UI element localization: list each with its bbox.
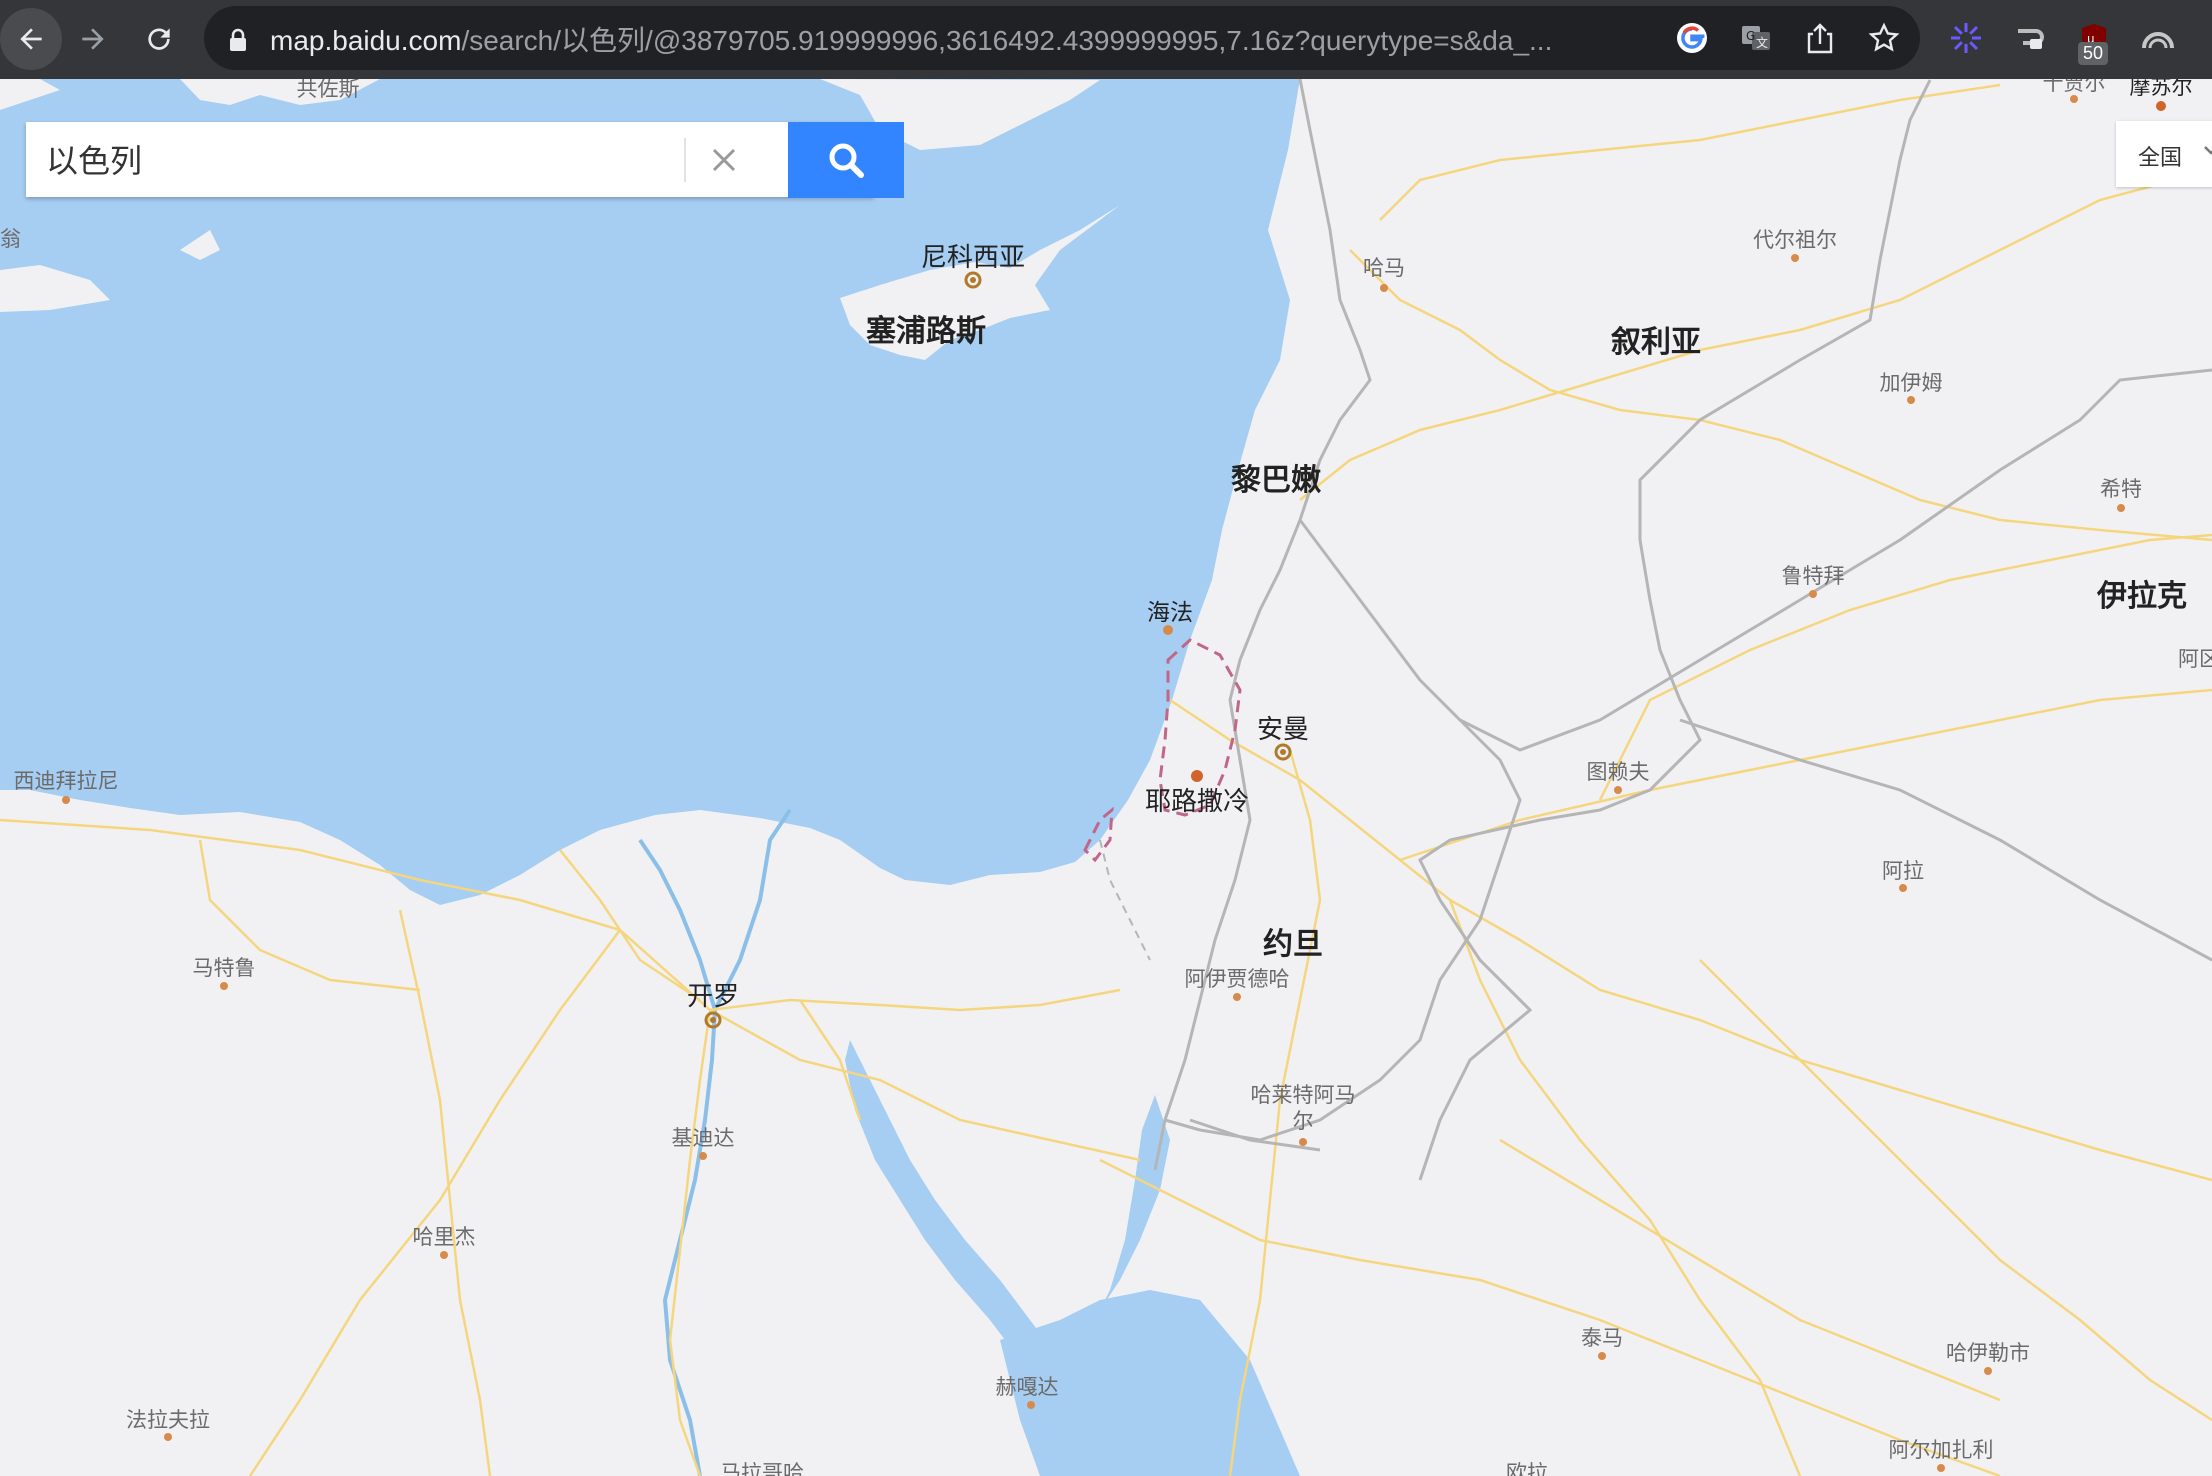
region-scope-dropdown[interactable]: 全国 [2116,121,2212,187]
star-icon[interactable] [1866,20,1902,56]
label-hama[interactable]: 哈马 [1363,252,1405,282]
extension-icon[interactable] [2008,16,2052,60]
label-west-edge[interactable]: 翁 [0,223,21,253]
browser-toolbar: map.baidu.com/search/以色列/@3879705.919999… [0,0,2212,79]
forward-button[interactable] [62,8,124,70]
url-text: map.baidu.com/search/以色列/@3879705.919999… [270,19,1640,59]
search-button[interactable] [788,122,904,198]
url-path: /search/以色列/@3879705.919999996,3616492.4… [461,25,1553,56]
back-button[interactable] [0,8,62,70]
label-marsa-alam[interactable]: 马拉哥哈 [720,1457,804,1476]
clear-search-button[interactable] [698,134,750,186]
label-matruh[interactable]: 马特鲁 [193,952,256,982]
label-hail[interactable]: 哈伊勒市 [1946,1337,2030,1367]
label-mosul[interactable]: 摩苏尔 [2130,79,2193,101]
label-turaif[interactable]: 图赖夫 [1587,756,1650,786]
region-scope-label: 全国 [2138,146,2183,171]
label-al-qaim[interactable]: 加伊姆 [1880,367,1943,397]
label-amman[interactable]: 安曼 [1257,709,1309,746]
label-aqaba[interactable]: 阿伊贾德哈 [1185,963,1290,993]
lock-icon [230,28,246,51]
label-arqa[interactable]: 阿尔加扎利 [1889,1434,1994,1464]
search-box [26,122,904,198]
label-cairo[interactable]: 开罗 [687,976,739,1013]
label-top-left[interactable]: 共佐斯 [297,79,360,103]
search-divider [684,138,686,182]
label-rutba[interactable]: 鲁特拜 [1782,560,1845,590]
label-ula[interactable]: 欧拉 [1506,1457,1548,1476]
label-hurghada[interactable]: 赫嘎达 [996,1371,1059,1401]
chevron-down-icon [2204,146,2212,155]
extension-icon[interactable] [2196,16,2212,60]
share-icon[interactable] [1802,20,1838,56]
label-iraq[interactable]: 伊拉克 [2097,571,2187,615]
close-icon [712,148,736,172]
url-host: map.baidu.com [270,25,462,56]
google-icon[interactable] [1674,20,1710,56]
svg-text:文: 文 [1756,35,1768,50]
label-sidi-barrani[interactable]: 西迪拜拉尼 [14,765,119,795]
map-canvas[interactable]: 塞浦路斯 黎巴嫩 叙利亚 伊拉克 约旦 尼科西亚 安曼 耶路撒冷 开罗 海法 哈… [0,79,2212,1476]
mediterranean-sea [0,79,1300,905]
extension-icon[interactable] [2136,16,2180,60]
label-jerusalem[interactable]: 耶路撒冷 [1145,781,1249,818]
label-harat-ammar[interactable]: 哈莱特阿马尔 [1243,1082,1363,1134]
label-cyprus[interactable]: 塞浦路斯 [866,306,986,350]
svg-text:G: G [1746,29,1755,43]
reload-icon [148,28,170,50]
label-arar[interactable]: 阿拉 [1882,855,1924,885]
label-right-edge[interactable]: 阿区 [2178,643,2212,673]
reload-button[interactable] [128,8,190,70]
extension-icon[interactable] [1944,16,1988,60]
label-lebanon[interactable]: 黎巴嫩 [1231,455,1321,499]
label-giza-south[interactable]: 基迪达 [672,1122,735,1152]
label-haifa[interactable]: 海法 [1147,593,1193,627]
label-jordan[interactable]: 约旦 [1263,919,1323,963]
search-icon [829,143,864,178]
label-kharga[interactable]: 哈里杰 [413,1221,476,1251]
back-arrow-icon [20,28,42,50]
label-top-edge[interactable]: 十贾尔 [2043,79,2106,97]
label-hit[interactable]: 希特 [2100,473,2142,503]
search-input[interactable] [46,136,676,182]
translate-icon[interactable]: G文 [1738,20,1774,56]
map-graphic [0,79,2212,1476]
label-syria[interactable]: 叙利亚 [1611,317,1701,361]
label-nicosia[interactable]: 尼科西亚 [921,237,1025,274]
label-farafra[interactable]: 法拉夫拉 [126,1404,210,1434]
address-bar[interactable]: map.baidu.com/search/以色列/@3879705.919999… [204,6,1920,70]
label-tayma[interactable]: 泰马 [1581,1322,1623,1352]
extension-badge: 50 [2078,42,2109,65]
label-deir-ez-zor[interactable]: 代尔祖尔 [1753,224,1837,254]
forward-arrow-icon [82,28,104,50]
